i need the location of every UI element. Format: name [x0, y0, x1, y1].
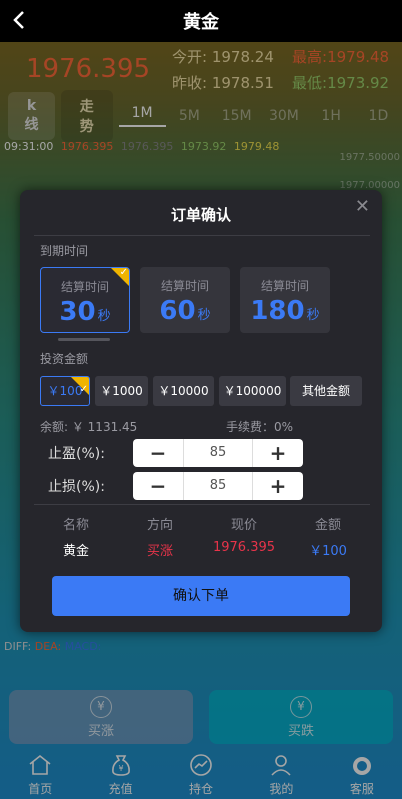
amount-option-100000[interactable]: ￥100000	[219, 376, 286, 406]
minus-button[interactable]: −	[133, 474, 183, 498]
page-title: 黄金	[183, 12, 219, 33]
stop-loss-label: 止损(%):	[48, 479, 105, 495]
amount-option-10000[interactable]: ￥10000	[153, 376, 214, 406]
take-profit-label: 止盈(%):	[48, 446, 105, 462]
top-bar: 黄金	[0, 0, 402, 42]
divider	[34, 504, 370, 505]
amount-label: 投资金额	[40, 352, 89, 366]
expire-label: 到期时间	[40, 244, 89, 258]
amount-option-1000[interactable]: ￥1000	[95, 376, 148, 406]
take-profit-value[interactable]: 85	[183, 439, 253, 467]
duration-option-60[interactable]: 结算时间 60 秒	[140, 267, 230, 333]
selected-check-icon	[111, 268, 129, 286]
back-arrow-icon[interactable]	[8, 8, 32, 32]
duration-option-180[interactable]: 结算时间 180 秒	[240, 267, 330, 333]
minus-button[interactable]: −	[133, 441, 183, 465]
scroll-indicator	[58, 338, 110, 341]
take-profit-stepper: − 85 +	[133, 439, 303, 467]
confirm-order-button[interactable]: 确认下单	[52, 576, 350, 616]
stop-loss-stepper: − 85 +	[133, 472, 303, 500]
duration-option-30[interactable]: 结算时间 30 秒	[40, 267, 130, 333]
plus-button[interactable]: +	[253, 474, 303, 498]
stop-loss-value[interactable]: 85	[183, 472, 253, 500]
amount-option-other[interactable]: 其他金额	[290, 376, 362, 406]
plus-button[interactable]: +	[253, 441, 303, 465]
balance-text: 余额: ￥ 1131.45	[40, 420, 138, 434]
order-confirm-dialog: 订单确认 ✕ 到期时间 结算时间 30秒 结算时间 60秒 结算时间 180秒 …	[20, 190, 382, 632]
amount-option-100[interactable]: ￥100	[40, 376, 90, 406]
fee-text: 手续费：0%	[226, 420, 294, 434]
selected-check-icon	[71, 377, 89, 404]
dialog-title: 订单确认	[170, 206, 231, 224]
order-table-header: 名称 方向 现价 金额	[62, 518, 341, 533]
close-icon[interactable]: ✕	[355, 196, 370, 217]
order-table-row: 黄金 买涨 1976.395 ￥100	[62, 540, 347, 559]
divider	[34, 235, 370, 236]
